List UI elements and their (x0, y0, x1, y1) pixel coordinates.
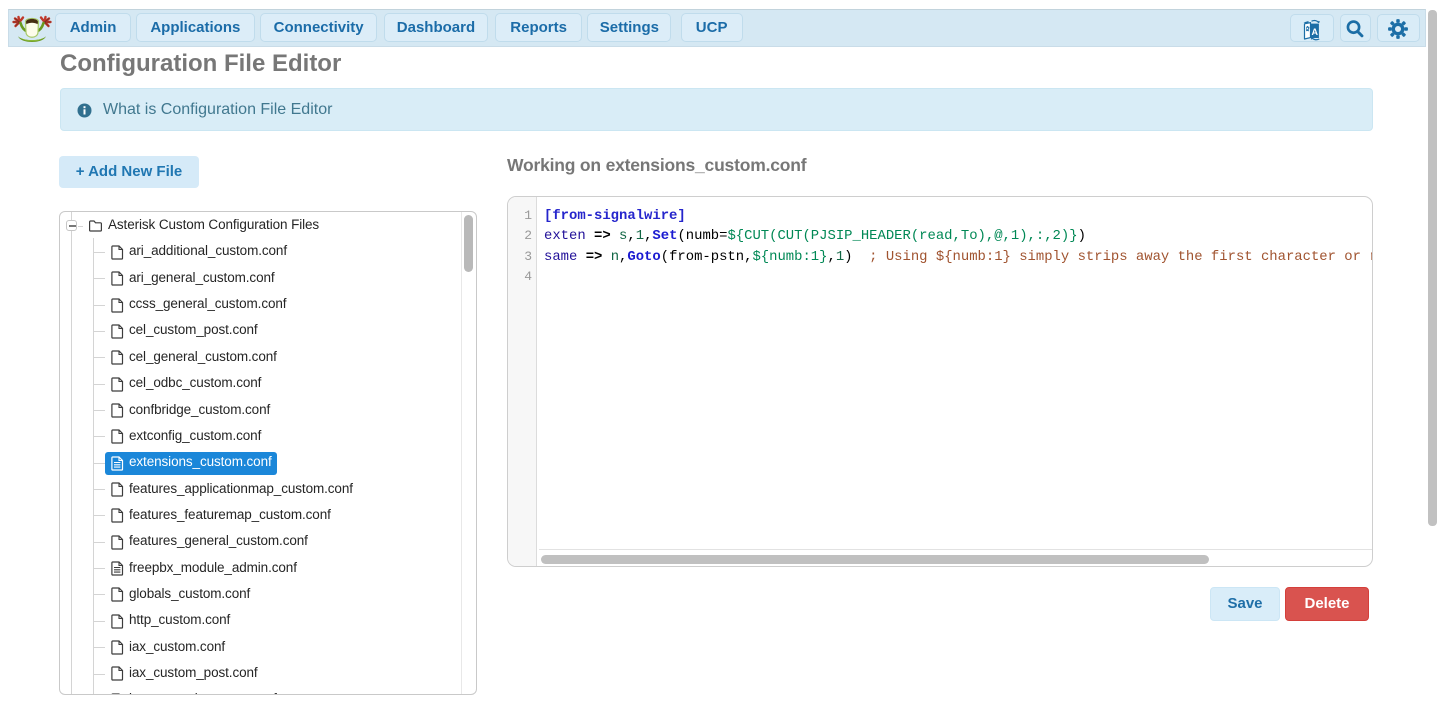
svg-text:A: A (1311, 26, 1318, 36)
